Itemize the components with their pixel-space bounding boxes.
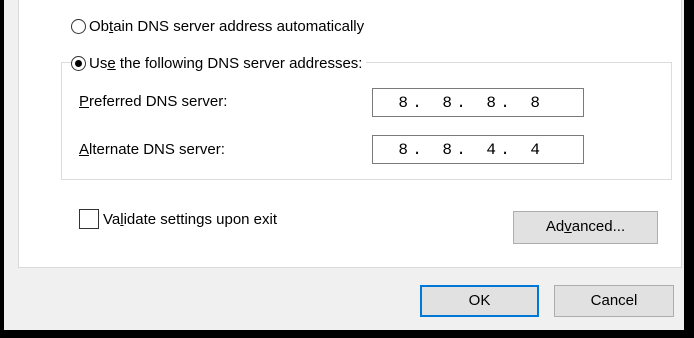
dialog-window: Obtain DNS server address automatically … <box>0 0 694 338</box>
advanced-button[interactable]: Advanced... <box>513 211 658 244</box>
preferred-dns-label: Preferred DNS server: <box>79 93 228 110</box>
checkbox-unchecked-icon <box>79 209 99 229</box>
alternate-dns-label: Alternate DNS server: <box>79 141 225 158</box>
validate-settings-label: Validate settings upon exit <box>103 210 278 228</box>
alternate-dns-octet-4[interactable]: 4 <box>514 141 540 159</box>
preferred-dns-octet-1[interactable]: 8 <box>373 94 408 112</box>
octet-separator: . <box>412 93 422 112</box>
dns-settings-panel: Obtain DNS server address automatically … <box>18 0 682 268</box>
octet-separator: . <box>456 93 466 112</box>
preferred-dns-input[interactable]: 8 . 8 . 8 . 8 <box>372 88 584 117</box>
alternate-dns-octet-1[interactable]: 8 <box>373 141 408 159</box>
radio-checked-icon <box>71 55 86 71</box>
alternate-dns-input[interactable]: 8 . 8 . 4 . 4 <box>372 135 584 164</box>
octet-separator: . <box>500 93 510 112</box>
octet-separator: . <box>456 140 466 159</box>
obtain-dns-automatically-radio[interactable]: Obtain DNS server address automatically <box>71 15 364 37</box>
radio-unchecked-icon <box>71 18 86 34</box>
preferred-dns-octet-2[interactable]: 8 <box>426 94 452 112</box>
preferred-dns-octet-4[interactable]: 8 <box>514 94 540 112</box>
octet-separator: . <box>500 140 510 159</box>
alternate-dns-octet-2[interactable]: 8 <box>426 141 452 159</box>
cancel-button[interactable]: Cancel <box>554 285 674 317</box>
octet-separator: . <box>412 140 422 159</box>
preferred-dns-octet-3[interactable]: 8 <box>470 94 496 112</box>
alternate-dns-octet-3[interactable]: 4 <box>470 141 496 159</box>
validate-settings-checkbox[interactable]: Validate settings upon exit <box>79 208 277 230</box>
ok-button[interactable]: OK <box>420 285 539 317</box>
use-following-dns-radio[interactable]: Use the following DNS server addresses: <box>71 52 367 74</box>
use-following-dns-label: Use the following DNS server addresses: <box>89 54 363 72</box>
obtain-dns-automatically-label: Obtain DNS server address automatically <box>89 17 365 35</box>
